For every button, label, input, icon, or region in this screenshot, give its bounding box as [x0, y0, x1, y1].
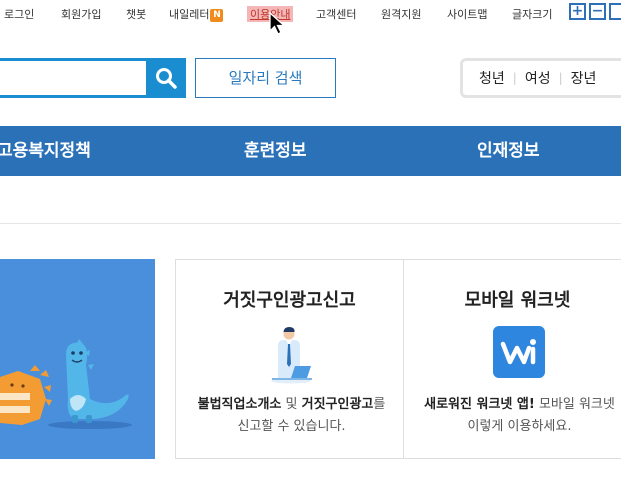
separator: | [558, 71, 563, 85]
nav-item-employment-welfare[interactable]: 고용복지정책 [0, 126, 91, 176]
office-worker-laptop-icon [271, 327, 312, 384]
card-desc-bold: 거짓구인광고 [301, 397, 374, 412]
target-filter-group: 청년 | 여성 | 장년 [460, 58, 621, 98]
my-letter-link[interactable]: 내일레터 N [169, 6, 224, 22]
signup-link[interactable]: 회원가입 [61, 6, 101, 22]
target-middleaged-link[interactable]: 장년 [571, 68, 597, 88]
search-button[interactable] [146, 58, 186, 98]
card-desc-text: 및 [281, 397, 302, 412]
utility-bar: 로그인 회원가입 챗봇 내일레터N 이용안내 고객센터 원격지원 사이트맵 글자… [0, 0, 621, 26]
worknet-app-icon [493, 326, 545, 378]
chatbot-link[interactable]: 챗봇 [126, 6, 146, 22]
search-icon [156, 68, 177, 89]
card-false-ad-report[interactable]: 거짓구인광고신고 불법직업소개소 및 거짓구인광고를 신고할 수 있습니다. [176, 260, 403, 458]
target-women-link[interactable]: 여성 [525, 68, 551, 88]
nav-item-training[interactable]: 훈련정보 [244, 126, 307, 176]
target-youth-link[interactable]: 청년 [479, 68, 505, 88]
main-nav: 고용복지정책 훈련정보 인재정보 [0, 126, 621, 176]
card-description: 불법직업소개소 및 거짓구인광고를 신고할 수 있습니다. [194, 394, 389, 438]
font-reset-button[interactable] [609, 3, 621, 20]
font-decrease-button[interactable]: − [589, 3, 606, 20]
promo-banner[interactable] [0, 259, 155, 459]
divider [0, 223, 621, 224]
login-link[interactable]: 로그인 [4, 6, 34, 22]
font-increase-button[interactable]: + [569, 3, 586, 20]
my-letter-label: 내일레터 [169, 8, 210, 21]
card-mobile-worknet[interactable]: 모바일 워크넷 새로워진 워크넷 앱! 모바일 워크넷 이렇게 이용하세요. [404, 260, 621, 458]
nav-item-talent[interactable]: 인재정보 [477, 126, 540, 176]
dinosaur-illustration [0, 339, 132, 429]
mouse-cursor-icon [269, 12, 286, 35]
job-search-button[interactable]: 일자리 검색 [195, 58, 336, 98]
card-title: 거짓구인광고신고 [223, 290, 356, 311]
new-badge: N [210, 9, 224, 22]
sitemap-link[interactable]: 사이트맵 [447, 6, 487, 22]
card-title: 모바일 워크넷 [464, 290, 571, 311]
remote-support-link[interactable]: 원격지원 [381, 6, 421, 22]
card-description: 새로워진 워크넷 앱! 모바일 워크넷 이렇게 이용하세요. [422, 394, 617, 438]
font-size-label: 글자크기 [512, 8, 553, 21]
card-desc-bold: 불법직업소개소 [197, 397, 282, 412]
card-desc-bold: 새로워진 워크넷 앱! [424, 397, 535, 412]
separator: | [512, 71, 517, 85]
customer-center-link[interactable]: 고객센터 [316, 6, 356, 22]
quick-service-cards: 거짓구인광고신고 불법직업소개소 및 거짓구인광고를 신고할 수 있습니다. 모… [175, 259, 621, 459]
